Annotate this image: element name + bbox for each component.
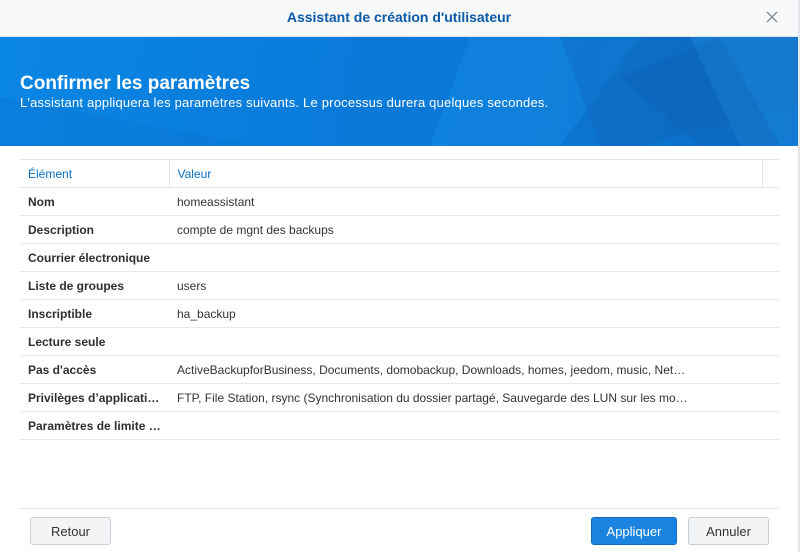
table-row[interactable]: Liste de groupes users	[20, 271, 779, 300]
row-value: ActiveBackupforBusiness, Documents, domo…	[169, 355, 779, 384]
table-row[interactable]: Description compte de mgnt des backups	[20, 215, 779, 244]
banner-heading: Confirmer les paramètres	[20, 73, 251, 94]
table-row[interactable]: Lecture seule	[20, 327, 779, 356]
header-banner: Confirmer les paramètres L'assistant app…	[0, 37, 798, 146]
close-icon[interactable]	[764, 9, 780, 25]
table-row[interactable]: Inscriptible ha_backup	[20, 299, 779, 328]
table-row[interactable]: Pas d'accès ActiveBackupforBusiness, Doc…	[20, 355, 779, 384]
apply-button[interactable]: Appliquer	[591, 517, 677, 545]
user-creation-wizard-window: Assistant de création d'utilisateur Conf…	[0, 0, 800, 552]
row-key: Nom	[20, 187, 169, 216]
row-key: Inscriptible	[20, 299, 169, 328]
row-value: homeassistant	[169, 187, 779, 216]
row-value	[169, 327, 779, 356]
back-button[interactable]: Retour	[30, 517, 111, 545]
row-value: users	[169, 271, 779, 300]
row-value: FTP, File Station, rsync (Synchronisatio…	[169, 383, 779, 412]
cancel-button[interactable]: Annuler	[688, 517, 769, 545]
column-header-value[interactable]: Valeur	[169, 159, 762, 188]
row-key: Lecture seule	[20, 327, 169, 356]
settings-summary-table: Élément Valeur Nom homeassistant Descrip…	[20, 159, 779, 440]
window-title: Assistant de création d'utilisateur	[286, 9, 512, 25]
table-header-row: Élément Valeur	[20, 159, 779, 188]
row-key: Courrier électronique	[20, 243, 169, 272]
row-key: Liste de groupes	[20, 271, 169, 300]
table-row[interactable]: Privilèges d’applications FTP, File Stat…	[20, 383, 779, 412]
column-header-spacer	[761, 159, 779, 188]
banner-subtitle: L'assistant appliquera les paramètres su…	[20, 95, 549, 110]
row-key: Pas d'accès	[20, 355, 169, 384]
row-value: ha_backup	[169, 299, 779, 328]
footer-divider	[20, 508, 779, 509]
row-key: Description	[20, 215, 169, 244]
table-row[interactable]: Nom homeassistant	[20, 187, 779, 216]
row-value	[169, 411, 779, 440]
row-key: Privilèges d’applications	[20, 383, 169, 412]
column-header-element[interactable]: Élément	[20, 159, 170, 188]
table-row[interactable]: Courrier électronique	[20, 243, 779, 272]
table-row[interactable]: Paramètres de limite de vitesse	[20, 411, 779, 440]
row-key: Paramètres de limite de vitesse	[20, 411, 169, 440]
title-bar: Assistant de création d'utilisateur	[0, 0, 798, 37]
row-value	[169, 243, 779, 272]
row-value: compte de mgnt des backups	[169, 215, 779, 244]
